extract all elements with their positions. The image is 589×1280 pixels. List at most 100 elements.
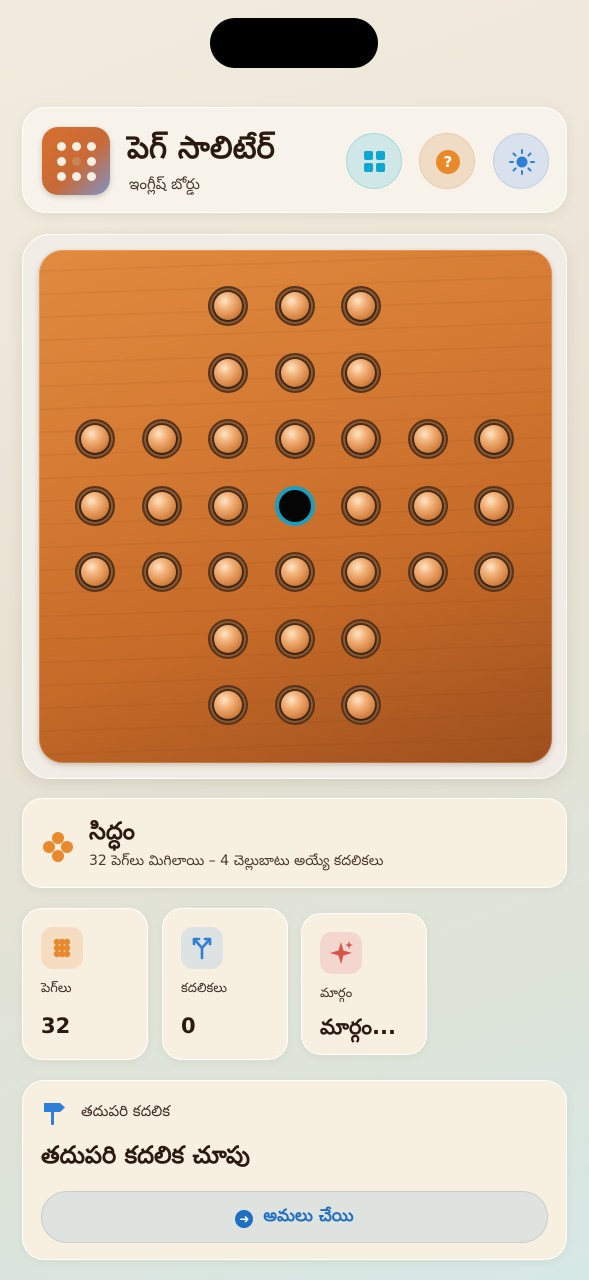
peg-hole[interactable]: [341, 618, 381, 659]
peg-hole[interactable]: [274, 352, 315, 393]
sun-icon: [509, 149, 535, 175]
peg-hole[interactable]: [341, 485, 381, 526]
peg-hole[interactable]: [141, 485, 182, 526]
peg-hole[interactable]: [75, 485, 115, 526]
board-variant-label: ఇంగ్లీష్ బోర్డు: [129, 175, 200, 193]
peg[interactable]: [280, 691, 309, 719]
peg-hole[interactable]: [208, 286, 248, 326]
peg-hole[interactable]: [407, 419, 448, 459]
pegs-icon: [41, 927, 83, 969]
peg-hole[interactable]: [274, 618, 315, 659]
peg-hole[interactable]: [274, 552, 315, 592]
empty-hole[interactable]: [274, 485, 315, 526]
stat-value-route: మార్గం...: [320, 1015, 396, 1039]
peg-hole[interactable]: [407, 552, 448, 592]
peg[interactable]: [280, 558, 309, 586]
peg-hole[interactable]: [274, 419, 315, 459]
peg[interactable]: [480, 425, 508, 453]
status-panel: సిద్ధం 32 పెగ్‌లు మిగిలాయి – 4 చెల్లుబాట…: [22, 798, 567, 888]
stat-card-pegs: పెగ్‌లు 32: [22, 908, 148, 1060]
stat-value-pegs: 32: [41, 1014, 71, 1038]
peg-hole[interactable]: [208, 485, 248, 526]
app-title: పెగ్ సాలిటేర్: [127, 130, 275, 166]
question-icon: ?: [436, 150, 460, 174]
peg-hole[interactable]: [474, 419, 514, 459]
peg[interactable]: [280, 624, 309, 653]
pegs-icon: [43, 832, 73, 862]
peg-hole[interactable]: [208, 419, 248, 459]
peg-hole[interactable]: [341, 286, 381, 326]
app-logo-icon: [42, 127, 110, 195]
peg-hole[interactable]: [208, 352, 248, 393]
peg-board: [39, 250, 552, 763]
peg[interactable]: [347, 358, 375, 387]
peg[interactable]: [81, 558, 109, 586]
peg[interactable]: [413, 558, 442, 586]
peg[interactable]: [280, 358, 309, 387]
arrow-right-circle-icon: ➜: [235, 1210, 254, 1228]
peg-hole[interactable]: [274, 286, 315, 326]
peg-hole[interactable]: [208, 552, 248, 592]
peg[interactable]: [347, 425, 375, 453]
peg[interactable]: [81, 491, 109, 520]
peg[interactable]: [347, 624, 375, 653]
peg[interactable]: [413, 425, 442, 453]
peg[interactable]: [214, 425, 242, 453]
peg-hole[interactable]: [341, 419, 381, 459]
peg[interactable]: [280, 425, 309, 453]
next-move-title: తదుపరి కదలిక చూపు: [41, 1141, 250, 1169]
stat-card-moves: కదలికలు 0: [162, 908, 288, 1060]
peg[interactable]: [214, 624, 242, 653]
apply-move-button[interactable]: ➜ అమలు చేయి: [41, 1191, 548, 1243]
signpost-icon: [44, 1103, 65, 1125]
peg[interactable]: [214, 558, 242, 586]
peg-hole[interactable]: [208, 618, 248, 659]
peg[interactable]: [413, 491, 442, 520]
peg[interactable]: [480, 491, 508, 520]
status-title: సిద్ధం: [89, 817, 135, 845]
peg-hole[interactable]: [75, 419, 115, 459]
boards-button[interactable]: [346, 133, 402, 189]
peg-hole[interactable]: [141, 419, 182, 459]
peg[interactable]: [347, 558, 375, 586]
apply-move-label: అమలు చేయి: [263, 1206, 354, 1226]
next-move-panel: తదుపరి కదలిక తదుపరి కదలిక చూపు ➜ అమలు చేయ…: [22, 1080, 567, 1260]
peg[interactable]: [214, 358, 242, 387]
peg-hole[interactable]: [274, 685, 315, 725]
stat-label-route: మార్గం: [320, 986, 353, 1001]
fork-icon: [181, 927, 223, 969]
peg[interactable]: [214, 491, 242, 520]
stat-card-route[interactable]: మార్గం మార్గం...: [301, 913, 427, 1055]
board-frame: [22, 234, 567, 779]
app-header: పెగ్ సాలిటేర్ ఇంగ్లీష్ బోర్డు ?: [22, 107, 567, 213]
grid-icon: [364, 151, 386, 173]
help-button[interactable]: ?: [419, 133, 475, 189]
stat-label-moves: కదలికలు: [181, 981, 227, 996]
peg[interactable]: [480, 558, 508, 586]
peg-hole[interactable]: [407, 485, 448, 526]
peg[interactable]: [347, 691, 375, 719]
peg[interactable]: [214, 292, 242, 320]
peg[interactable]: [147, 425, 176, 453]
peg-hole[interactable]: [341, 685, 381, 725]
peg-hole[interactable]: [208, 685, 248, 725]
peg[interactable]: [347, 292, 375, 320]
peg[interactable]: [147, 491, 176, 520]
peg-hole[interactable]: [341, 552, 381, 592]
peg-hole[interactable]: [141, 552, 182, 592]
peg[interactable]: [347, 491, 375, 520]
peg[interactable]: [214, 691, 242, 719]
peg-hole[interactable]: [341, 352, 381, 393]
stat-label-pegs: పెగ్‌లు: [41, 981, 72, 996]
theme-toggle-button[interactable]: [493, 133, 549, 189]
sparkle-icon: [320, 932, 362, 974]
dynamic-island: [210, 18, 378, 68]
next-move-label: తదుపరి కదలిక: [81, 1102, 171, 1120]
peg-hole[interactable]: [474, 485, 514, 526]
peg-hole[interactable]: [474, 552, 514, 592]
peg[interactable]: [147, 558, 176, 586]
peg[interactable]: [81, 425, 109, 453]
peg-hole[interactable]: [75, 552, 115, 592]
stat-value-moves: 0: [181, 1014, 196, 1038]
peg[interactable]: [280, 292, 309, 320]
